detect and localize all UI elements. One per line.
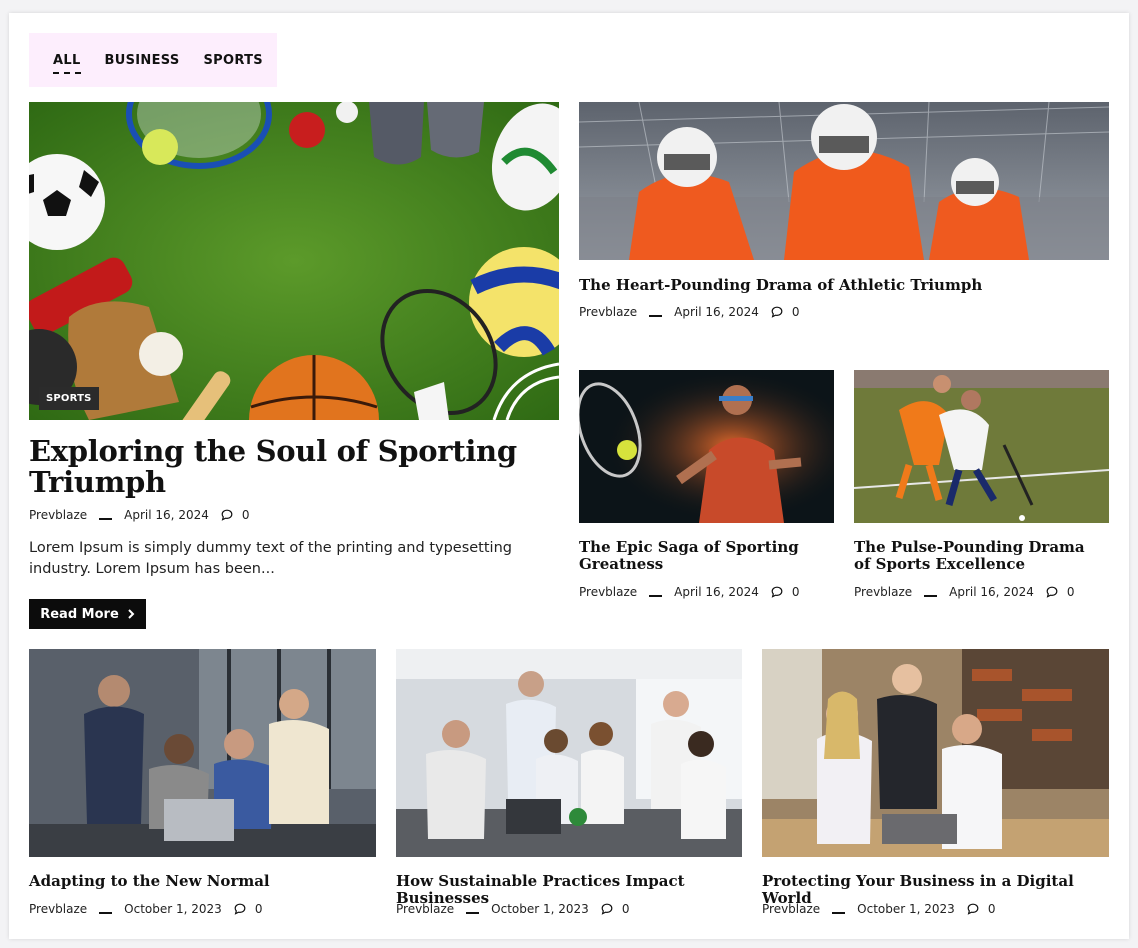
comment-number: 0 — [254, 902, 263, 916]
comment-number: 0 — [621, 902, 630, 916]
office-team-image — [29, 649, 376, 857]
tab-sports[interactable]: SPORTS — [204, 53, 263, 68]
sports-equipment-image — [29, 102, 559, 420]
office-meeting-image — [396, 649, 742, 857]
comment-number: 0 — [241, 508, 250, 522]
meta-separator — [99, 912, 113, 914]
tab-business[interactable]: BUSINESS — [105, 53, 180, 68]
post-date: April 16, 2024 — [674, 305, 759, 319]
comment-icon — [1046, 586, 1058, 598]
post-grid-widget: ALL BUSINESS SPORTS SPORTS Exploring the… — [9, 13, 1129, 939]
post-title[interactable]: The Epic Saga of Sporting Greatness — [579, 539, 819, 573]
comment-count[interactable]: 0 — [234, 902, 263, 916]
business-people-image — [762, 649, 1109, 857]
comment-count[interactable]: 0 — [601, 902, 630, 916]
comment-icon — [967, 903, 979, 915]
comment-icon — [221, 509, 233, 521]
post-date: April 16, 2024 — [949, 585, 1034, 599]
post-title[interactable]: The Pulse-Pounding Drama of Sports Excel… — [854, 539, 1104, 573]
post-image[interactable] — [762, 649, 1109, 857]
featured-post-image[interactable] — [29, 102, 559, 420]
chevron-right-icon — [128, 609, 135, 619]
post-image[interactable] — [854, 370, 1109, 523]
category-filter-tabs: ALL BUSINESS SPORTS — [29, 33, 277, 87]
meta-separator — [924, 595, 938, 597]
comment-number: 0 — [791, 305, 800, 319]
category-badge[interactable]: SPORTS — [39, 387, 99, 410]
comment-number: 0 — [1066, 585, 1075, 599]
tab-all[interactable]: ALL — [53, 53, 81, 74]
comment-count[interactable]: 0 — [771, 305, 800, 319]
post-date: October 1, 2023 — [124, 902, 222, 916]
featured-post-title[interactable]: Exploring the Soul of Sporting Triumph — [29, 436, 549, 498]
comment-count[interactable]: 0 — [221, 508, 250, 522]
post-meta: Prevblaze April 16, 2024 0 — [579, 585, 800, 599]
read-more-label: Read More — [40, 606, 119, 622]
author-name[interactable]: Prevblaze — [29, 902, 87, 916]
comment-number: 0 — [791, 585, 800, 599]
post-meta: Prevblaze October 1, 2023 0 — [29, 902, 262, 916]
post-title[interactable]: The Heart-Pounding Drama of Athletic Tri… — [579, 277, 1109, 294]
comment-icon — [771, 586, 783, 598]
post-meta: Prevblaze April 16, 2024 0 — [29, 508, 250, 522]
post-meta: Prevblaze October 1, 2023 0 — [762, 902, 995, 916]
post-image[interactable] — [579, 102, 1109, 260]
comment-number: 0 — [987, 902, 996, 916]
meta-separator — [466, 912, 480, 914]
featured-post-excerpt: Lorem Ipsum is simply dummy text of the … — [29, 540, 512, 577]
post-date: October 1, 2023 — [857, 902, 955, 916]
read-more-button[interactable]: Read More — [29, 599, 146, 629]
post-date: October 1, 2023 — [491, 902, 589, 916]
comment-icon — [601, 903, 613, 915]
meta-separator — [99, 518, 113, 520]
author-name[interactable]: Prevblaze — [29, 508, 87, 522]
comment-icon — [234, 903, 246, 915]
meta-separator — [832, 912, 846, 914]
post-image[interactable] — [29, 649, 376, 857]
meta-separator — [649, 315, 663, 317]
post-date: April 16, 2024 — [124, 508, 209, 522]
meta-separator — [649, 595, 663, 597]
comment-count[interactable]: 0 — [1046, 585, 1075, 599]
author-name[interactable]: Prevblaze — [579, 305, 637, 319]
author-name[interactable]: Prevblaze — [762, 902, 820, 916]
author-name[interactable]: Prevblaze — [854, 585, 912, 599]
author-name[interactable]: Prevblaze — [396, 902, 454, 916]
football-players-image — [579, 102, 1109, 260]
post-meta: Prevblaze October 1, 2023 0 — [396, 902, 629, 916]
comment-count[interactable]: 0 — [967, 902, 996, 916]
post-title[interactable]: Adapting to the New Normal — [29, 873, 369, 890]
author-name[interactable]: Prevblaze — [579, 585, 637, 599]
tennis-player-image — [579, 370, 834, 523]
comment-count[interactable]: 0 — [771, 585, 800, 599]
comment-icon — [771, 306, 783, 318]
post-date: April 16, 2024 — [674, 585, 759, 599]
hockey-players-image — [854, 370, 1109, 523]
post-image[interactable] — [579, 370, 834, 523]
post-meta: Prevblaze April 16, 2024 0 — [854, 585, 1075, 599]
post-meta: Prevblaze April 16, 2024 0 — [579, 305, 800, 319]
post-image[interactable] — [396, 649, 742, 857]
